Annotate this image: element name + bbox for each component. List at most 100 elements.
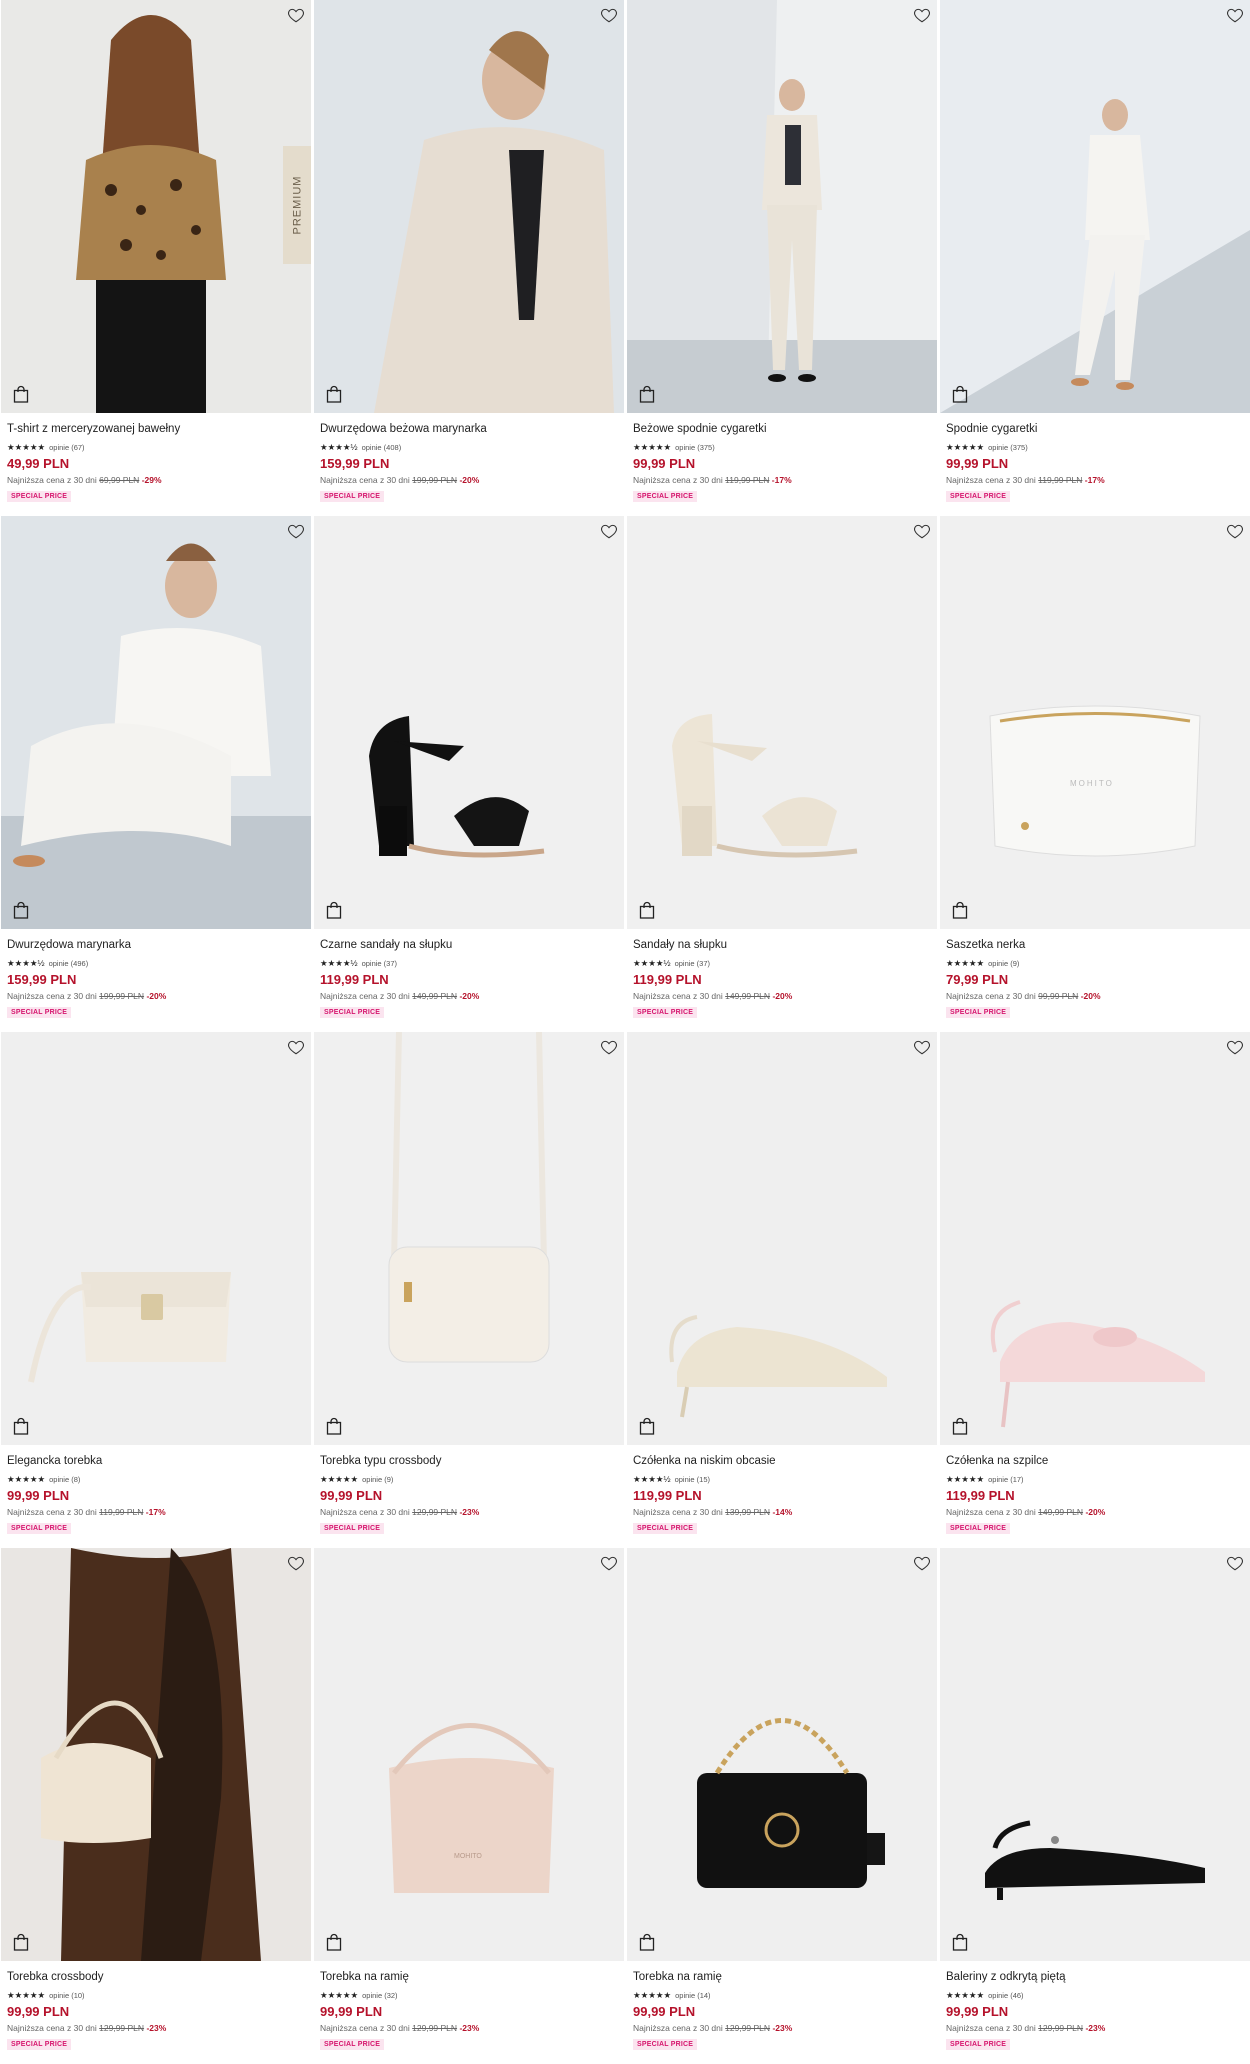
- shopping-bag-icon[interactable]: [13, 385, 29, 403]
- heart-icon[interactable]: [913, 522, 931, 540]
- product-card-16[interactable]: Baleriny z odkrytą piętą ★★★★★ opinie (4…: [940, 1548, 1250, 2064]
- product-card-15[interactable]: Torebka na ramię ★★★★★ opinie (14) 99,99…: [627, 1548, 937, 2064]
- product-name[interactable]: Torebka na ramię: [633, 1971, 931, 1987]
- product-name[interactable]: Torebka crossbody: [7, 1971, 305, 1987]
- rating: ★★★★★ opinie (67): [7, 441, 305, 453]
- product-name[interactable]: Czarne sandały na słupku: [320, 939, 618, 955]
- product-name[interactable]: Saszetka nerka: [946, 939, 1244, 955]
- product-name[interactable]: Beżowe spodnie cygaretki: [633, 423, 931, 439]
- shopping-bag-icon[interactable]: [639, 1933, 655, 1951]
- shopping-bag-icon[interactable]: [326, 1933, 342, 1951]
- product-card-13[interactable]: Torebka crossbody ★★★★★ opinie (10) 99,9…: [1, 1548, 311, 2064]
- product-card-8[interactable]: MOHITO Saszetka nerka ★★★★★ opinie (9) 7…: [940, 516, 1250, 1032]
- product-name[interactable]: Czółenka na niskim obcasie: [633, 1455, 931, 1471]
- product-card-9[interactable]: Elegancka torebka ★★★★★ opinie (8) 99,99…: [1, 1032, 311, 1548]
- heart-icon[interactable]: [600, 6, 618, 24]
- product-name[interactable]: Czółenka na szpilce: [946, 1455, 1244, 1471]
- leopard-tshirt-model-image[interactable]: PREMIUM: [1, 0, 311, 413]
- product-card-11[interactable]: Czółenka na niskim obcasie ★★★★½ opinie …: [627, 1032, 937, 1548]
- white-belt-bag-image[interactable]: MOHITO: [940, 516, 1250, 929]
- lowest-price-30-days: Najniższa cena z 30 dni 149,99 PLN -20%: [320, 991, 480, 1001]
- shopping-bag-icon[interactable]: [952, 901, 968, 919]
- special-price-badge: SPECIAL PRICE: [633, 1007, 698, 1018]
- heart-icon[interactable]: [1226, 1554, 1244, 1572]
- heart-icon[interactable]: [913, 1038, 931, 1056]
- product-price: 119,99 PLN: [320, 972, 389, 987]
- pink-shoulder-bag-image[interactable]: MOHITO: [314, 1548, 624, 1961]
- black-chain-bag-image[interactable]: [627, 1548, 937, 1961]
- beige-trousers-model-image[interactable]: [627, 0, 937, 413]
- black-ballerinas-image[interactable]: [940, 1548, 1250, 1961]
- beige-sandal-image[interactable]: [627, 516, 937, 929]
- product-price: 99,99 PLN: [946, 2004, 1009, 2019]
- heart-icon[interactable]: [913, 1554, 931, 1572]
- white-crossbody-image[interactable]: [314, 1032, 624, 1445]
- white-handbag-image[interactable]: [1, 1032, 311, 1445]
- product-name[interactable]: Sandały na słupku: [633, 939, 931, 955]
- shopping-bag-icon[interactable]: [13, 1417, 29, 1435]
- shopping-bag-icon[interactable]: [326, 385, 342, 403]
- shopping-bag-icon[interactable]: [952, 385, 968, 403]
- cream-bag-model-image[interactable]: [1, 1548, 311, 1961]
- rating: ★★★★★ opinie (32): [320, 1989, 618, 2001]
- product-name[interactable]: Spodnie cygaretki: [946, 423, 1244, 439]
- product-name[interactable]: Elegancka torebka: [7, 1455, 305, 1471]
- black-sandal-image[interactable]: [314, 516, 624, 929]
- product-name[interactable]: T-shirt z merceryzowanej bawełny: [7, 423, 305, 439]
- heart-icon[interactable]: [1226, 522, 1244, 540]
- heart-icon[interactable]: [913, 6, 931, 24]
- heart-icon[interactable]: [600, 1038, 618, 1056]
- heart-icon[interactable]: [287, 1554, 305, 1572]
- heart-icon[interactable]: [600, 1554, 618, 1572]
- shopping-bag-icon[interactable]: [639, 901, 655, 919]
- white-trousers-model-image[interactable]: [940, 0, 1250, 413]
- review-count: opinie (46): [988, 1990, 1024, 2000]
- beige-blazer-model-image[interactable]: [314, 0, 624, 413]
- heart-icon[interactable]: [1226, 1038, 1244, 1056]
- review-count: opinie (14): [675, 1990, 711, 2000]
- product-card-5[interactable]: Dwurzędowa marynarka ★★★★½ opinie (496) …: [1, 516, 311, 1032]
- heart-icon[interactable]: [287, 522, 305, 540]
- shopping-bag-icon[interactable]: [952, 1933, 968, 1951]
- product-card-2[interactable]: Dwurzędowa beżowa marynarka ★★★★½ opinie…: [314, 0, 624, 516]
- shopping-bag-icon[interactable]: [639, 385, 655, 403]
- product-price: 119,99 PLN: [633, 1488, 702, 1503]
- product-price: 99,99 PLN: [946, 456, 1009, 471]
- rating-stars: ★★★★½: [7, 957, 45, 968]
- product-card-12[interactable]: Czółenka na szpilce ★★★★★ opinie (17) 11…: [940, 1032, 1250, 1548]
- premium-badge: PREMIUM: [283, 146, 311, 264]
- special-price-badge: SPECIAL PRICE: [7, 1523, 72, 1534]
- white-blazer-model-image[interactable]: [1, 516, 311, 929]
- product-name[interactable]: Baleriny z odkrytą piętą: [946, 1971, 1244, 1987]
- shopping-bag-icon[interactable]: [13, 901, 29, 919]
- product-card-6[interactable]: Czarne sandały na słupku ★★★★½ opinie (3…: [314, 516, 624, 1032]
- heart-icon[interactable]: [600, 522, 618, 540]
- product-card-14[interactable]: MOHITO Torebka na ramię ★★★★★ opinie (32…: [314, 1548, 624, 2064]
- product-name[interactable]: Dwurzędowa beżowa marynarka: [320, 423, 618, 439]
- rating: ★★★★★ opinie (10): [7, 1989, 305, 2001]
- heart-icon[interactable]: [1226, 6, 1244, 24]
- product-card-3[interactable]: Beżowe spodnie cygaretki ★★★★★ opinie (3…: [627, 0, 937, 516]
- product-name[interactable]: Torebka typu crossbody: [320, 1455, 618, 1471]
- lowest-price-30-days: Najniższa cena z 30 dni 129,99 PLN -23%: [320, 1507, 480, 1517]
- beige-slingback-image[interactable]: [627, 1032, 937, 1445]
- product-name[interactable]: Dwurzędowa marynarka: [7, 939, 305, 955]
- heart-icon[interactable]: [287, 6, 305, 24]
- shopping-bag-icon[interactable]: [326, 901, 342, 919]
- product-card-4[interactable]: Spodnie cygaretki ★★★★★ opinie (375) 99,…: [940, 0, 1250, 516]
- product-card-7[interactable]: Sandały na słupku ★★★★½ opinie (37) 119,…: [627, 516, 937, 1032]
- review-count: opinie (408): [361, 442, 402, 452]
- shopping-bag-icon[interactable]: [13, 1933, 29, 1951]
- heart-icon[interactable]: [287, 1038, 305, 1056]
- lowest-price-30-days: Najniższa cena z 30 dni 149,99 PLN -20%: [946, 1507, 1106, 1517]
- product-card-10[interactable]: Torebka typu crossbody ★★★★★ opinie (9) …: [314, 1032, 624, 1548]
- shopping-bag-icon[interactable]: [639, 1417, 655, 1435]
- rating: ★★★★★ opinie (375): [946, 441, 1244, 453]
- shopping-bag-icon[interactable]: [326, 1417, 342, 1435]
- rating: ★★★★½ opinie (15): [633, 1473, 931, 1485]
- shopping-bag-icon[interactable]: [952, 1417, 968, 1435]
- review-count: opinie (9): [362, 1474, 394, 1484]
- pink-slingback-image[interactable]: [940, 1032, 1250, 1445]
- product-card-1[interactable]: PREMIUM T-shirt z merceryzowanej bawełny…: [1, 0, 311, 516]
- product-name[interactable]: Torebka na ramię: [320, 1971, 618, 1987]
